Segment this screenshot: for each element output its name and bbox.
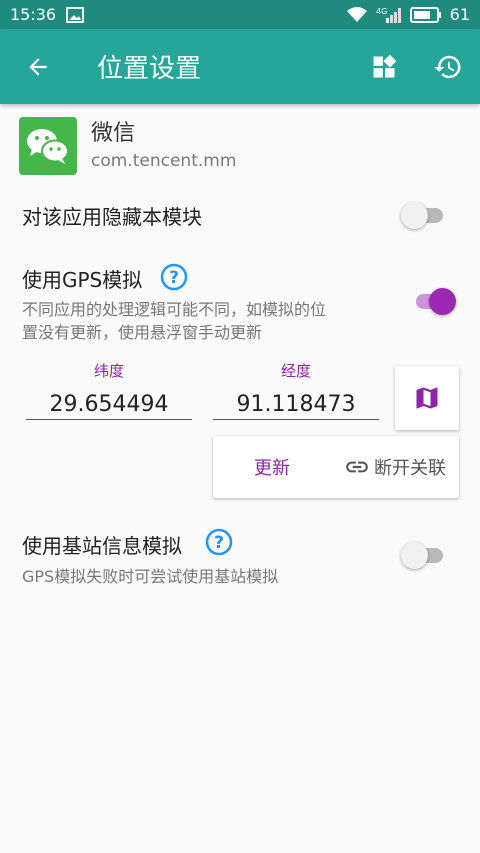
update-button[interactable]: 更新 [213,454,331,480]
back-arrow-icon [28,57,47,76]
cell-description: GPS模拟失败时可尝试使用基站模拟 [22,567,279,586]
app-info: 微信 com.tencent.mm [19,117,236,175]
signal-icon: 4G [376,7,401,23]
hide-module-label: 对该应用隐藏本模块 [22,205,202,229]
app-bar: 位置设置 [0,29,480,104]
map-button[interactable] [395,366,459,430]
gps-description-1: 不同应用的处理逻辑可能不同，如模拟的位 [22,300,327,319]
svg-text:4G: 4G [376,7,387,16]
appbar-actions [352,29,480,104]
app-package: com.tencent.mm [91,151,237,171]
battery-icon [409,6,441,23]
map-icon [416,387,438,409]
page-title: 位置设置 [97,54,202,84]
status-time: 15:36 [10,5,57,24]
cell-switch[interactable] [401,541,445,569]
battery-level: 61 [449,5,470,24]
disconnect-button[interactable]: 断开关联 [331,454,459,480]
gps-description-2: 置没有更新，使用悬浮窗手动更新 [22,323,263,342]
latitude-field[interactable]: 29.654494 [26,392,192,420]
app-name: 微信 [91,121,136,146]
cell-help-icon[interactable]: ? [205,528,233,556]
longitude-label: 经度 [280,362,311,380]
gps-label: 使用GPS模拟 [22,268,143,292]
image-notification-icon [66,6,85,23]
wechat-icon [19,117,77,175]
hide-module-switch[interactable] [401,201,445,229]
link-icon [346,461,368,473]
widgets-icon [373,54,397,77]
cell-label: 使用基站信息模拟 [22,534,182,558]
latitude-label: 纬度 [93,362,124,380]
back-button[interactable] [0,29,75,104]
history-button[interactable] [416,29,480,104]
widgets-button[interactable] [352,29,416,104]
disconnect-label: 断开关联 [374,458,446,479]
status-right: 4G 61 [346,5,470,24]
gps-switch[interactable] [412,287,456,315]
status-bar: 15:36 4G 61 [0,0,480,29]
app-text: 微信 com.tencent.mm [91,119,236,173]
longitude-field[interactable]: 91.118473 [213,392,379,420]
history-icon [434,55,461,78]
svg-text:?: ? [214,533,224,553]
wifi-icon [346,6,367,22]
gps-help-icon[interactable]: ? [160,263,188,291]
svg-text:?: ? [169,268,179,288]
gps-action-card: 更新 断开关联 [213,436,459,498]
